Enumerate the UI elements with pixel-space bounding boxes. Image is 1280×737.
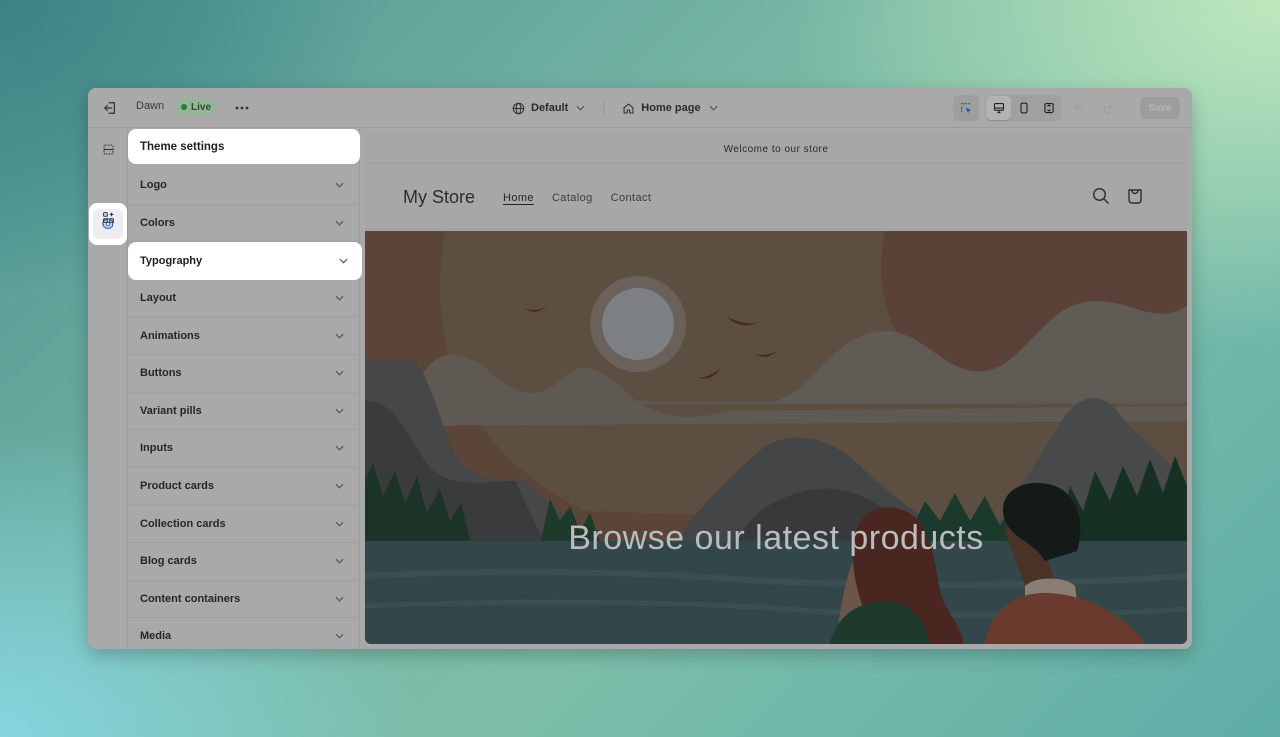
status-badge-label: Live <box>191 101 212 113</box>
cart-icon[interactable] <box>1125 186 1145 206</box>
center-controls: Default Home page <box>508 96 722 120</box>
rail-sections-button[interactable] <box>96 137 120 161</box>
chevron-down-icon <box>335 220 344 226</box>
theme-editor-window: Dawn Live Default Home page Save Theme s… <box>88 88 1192 649</box>
setting-label: Buttons <box>140 367 182 380</box>
setting-variant-pills[interactable]: Variant pills <box>128 393 358 431</box>
mobile-view-button[interactable] <box>1011 96 1036 120</box>
setting-label: Animations <box>140 329 200 342</box>
chevron-down-icon <box>335 183 344 188</box>
store-header: My Store Home Catalog Contact <box>365 164 1187 230</box>
store-preview: Welcome to our store My Store Home Catal… <box>365 135 1187 644</box>
language-selector-label: Default <box>531 102 569 114</box>
apps-icon <box>102 211 114 223</box>
save-button[interactable]: Save <box>1140 97 1180 119</box>
chevron-down-icon <box>335 295 344 301</box>
setting-collection-cards[interactable]: Collection cards <box>128 505 358 543</box>
status-badge: Live <box>176 99 218 115</box>
store-nav: Home Catalog Contact <box>503 192 651 204</box>
chevron-down-icon <box>339 258 348 264</box>
setting-product-cards[interactable]: Product cards <box>128 468 358 506</box>
setting-typography[interactable]: Typography <box>128 242 362 280</box>
nav-link-contact[interactable]: Contact <box>611 192 652 204</box>
setting-logo[interactable]: Logo <box>128 167 358 205</box>
mobile-icon <box>1019 102 1028 114</box>
exit-icon <box>104 102 115 114</box>
live-dot-icon <box>181 104 187 110</box>
undo-icon <box>1074 104 1083 113</box>
setting-label: Layout <box>140 292 177 305</box>
setting-label: Logo <box>140 179 167 192</box>
chevron-down-icon <box>335 559 344 564</box>
setting-inputs[interactable]: Inputs <box>128 430 358 468</box>
sections-icon <box>103 144 113 154</box>
page-selector[interactable]: Home page <box>618 102 721 115</box>
more-icon <box>235 106 249 110</box>
editor-topbar: Dawn Live Default Home page Save <box>88 88 1192 128</box>
setting-label: Media <box>140 630 172 643</box>
chevron-down-icon <box>709 105 718 111</box>
theme-name: Dawn <box>136 100 165 112</box>
store-logo[interactable]: My Store <box>403 187 475 208</box>
divider <box>603 100 605 116</box>
exit-button[interactable] <box>100 98 120 118</box>
setting-animations[interactable]: Animations <box>128 317 358 355</box>
desktop-view-button[interactable] <box>986 96 1011 120</box>
device-toggle-group <box>985 95 1062 121</box>
desktop-icon <box>993 102 1004 114</box>
setting-label: Product cards <box>140 480 214 493</box>
fullscreen-view-button[interactable] <box>1036 96 1061 120</box>
setting-blog-cards[interactable]: Blog cards <box>128 543 358 581</box>
setting-label: Collection cards <box>140 517 226 530</box>
setting-label: Content containers <box>140 592 241 605</box>
rail-apps-button[interactable] <box>96 205 120 229</box>
chevron-down-icon <box>335 521 344 527</box>
chevron-down-icon <box>335 483 344 489</box>
store-header-icons <box>1091 186 1145 206</box>
theme-settings-panel: Theme settings Logo Colors Typography Layou… <box>128 129 362 649</box>
language-selector[interactable]: Default <box>508 102 589 115</box>
inspector-button[interactable] <box>953 95 979 121</box>
undo-button[interactable] <box>1068 97 1090 119</box>
inspector-icon <box>960 102 971 113</box>
setting-content-containers[interactable]: Content containers <box>128 581 358 619</box>
right-controls: Save <box>953 95 1180 121</box>
setting-media[interactable]: Media <box>128 618 358 649</box>
fullscreen-icon <box>1043 102 1054 114</box>
home-icon <box>623 103 634 113</box>
left-rail <box>88 129 128 649</box>
chevron-down-icon <box>576 105 585 111</box>
panel-title: Theme settings <box>128 129 360 164</box>
more-actions-button[interactable] <box>232 98 252 118</box>
setting-label: Variant pills <box>140 404 202 417</box>
hero-title: Browse our latest products <box>568 519 984 557</box>
setting-layout[interactable]: Layout <box>128 280 358 318</box>
redo-icon <box>1103 104 1112 113</box>
search-icon[interactable] <box>1091 186 1111 206</box>
globe-icon <box>512 102 525 114</box>
setting-label: Typography <box>140 254 203 267</box>
redo-button[interactable] <box>1096 97 1118 119</box>
chevron-down-icon <box>335 408 344 414</box>
setting-label: Colors <box>140 216 175 229</box>
chevron-down-icon <box>335 446 344 452</box>
page-selector-label: Home page <box>641 102 701 114</box>
chevron-down-icon <box>335 596 344 602</box>
chevron-down-icon <box>335 333 344 339</box>
setting-label: Inputs <box>140 442 173 455</box>
nav-link-catalog[interactable]: Catalog <box>552 192 593 204</box>
chevron-down-icon <box>335 634 344 640</box>
hero-illustration <box>365 231 1187 644</box>
setting-buttons[interactable]: Buttons <box>128 355 358 393</box>
chevron-down-icon <box>335 371 344 376</box>
setting-label: Blog cards <box>140 555 197 568</box>
nav-link-home[interactable]: Home <box>503 192 534 204</box>
setting-colors[interactable]: Colors <box>128 205 358 243</box>
announcement-bar: Welcome to our store <box>365 135 1187 164</box>
